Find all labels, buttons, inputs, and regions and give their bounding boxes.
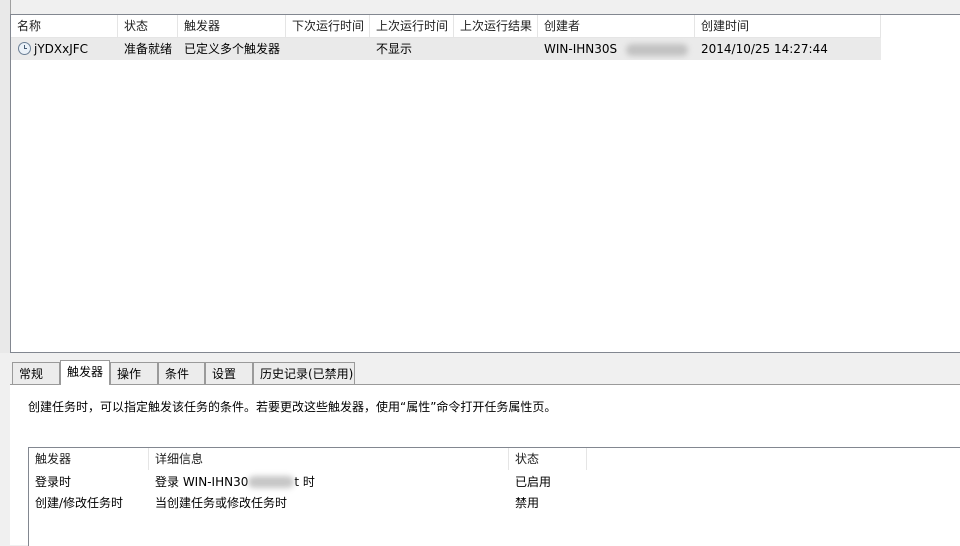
column-header-triggers[interactable]: 触发器 xyxy=(178,15,286,37)
tab-conditions[interactable]: 条件 xyxy=(158,362,205,384)
column-header-details[interactable]: 详细信息 xyxy=(149,448,509,470)
trigger-type: 创建/修改任务时 xyxy=(35,496,124,510)
task-name-cell: jYDXxJFC xyxy=(11,38,118,60)
tab-general[interactable]: 常规 xyxy=(12,362,60,384)
triggers-description: 创建任务时，可以指定触发该任务的条件。若要更改这些触发器，使用“属性”命令打开任… xyxy=(28,400,557,414)
task-created: 2014/10/25 14:27:44 xyxy=(701,42,828,56)
trigger-details-suffix: t 时 xyxy=(294,475,315,489)
table-row[interactable]: 创建/修改任务时 当创建任务或修改任务时 禁用 xyxy=(29,492,960,514)
clock-icon xyxy=(18,42,31,55)
triggers-table-header: 触发器 详细信息 状态 xyxy=(29,448,960,470)
column-header-status[interactable]: 状态 xyxy=(118,15,178,37)
trigger-details: 登录 WIN-IHN30 t 时 xyxy=(149,471,509,493)
redaction-blur xyxy=(248,476,295,488)
trigger-details: 当创建任务或修改任务时 xyxy=(155,496,288,510)
trigger-details-text: 登录 WIN-IHN30 xyxy=(155,475,249,489)
task-list-pane: 名称 状态 触发器 下次运行时间 上次运行时间 上次运行结果 创建者 创建时间 … xyxy=(0,0,960,353)
task-next-run xyxy=(286,38,370,60)
task-triggers: 已定义多个触发器 xyxy=(184,42,281,56)
task-details-pane: 常规 触发器 操作 条件 设置 历史记录(已禁用) 创建任务时，可以指定触发该任… xyxy=(10,357,960,546)
task-last-result xyxy=(454,38,538,60)
tab-settings[interactable]: 设置 xyxy=(205,362,253,384)
triggers-tab-panel: 创建任务时，可以指定触发该任务的条件。若要更改这些触发器，使用“属性”命令打开任… xyxy=(10,384,960,546)
column-header-last-result[interactable]: 上次运行结果 xyxy=(454,15,538,37)
task-author-text: WIN-IHN30S xyxy=(544,42,618,56)
triggers-table[interactable]: 触发器 详细信息 状态 登录时 登录 WIN-IHN30 t 时 已启用 创建/修… xyxy=(28,447,960,546)
table-row[interactable]: 登录时 登录 WIN-IHN30 t 时 已启用 xyxy=(29,471,960,493)
task-name: jYDXxJFC xyxy=(34,42,89,56)
redaction-blur xyxy=(626,44,688,56)
column-header-created[interactable]: 创建时间 xyxy=(695,15,881,37)
column-header-name[interactable]: 名称 xyxy=(11,15,118,37)
column-header-author[interactable]: 创建者 xyxy=(538,15,695,37)
task-last-run: 不显示 xyxy=(376,42,413,56)
column-header-trigger[interactable]: 触发器 xyxy=(29,448,149,470)
tab-actions[interactable]: 操作 xyxy=(110,362,158,384)
table-row[interactable]: jYDXxJFC 准备就绪 已定义多个触发器 不显示 WIN-IHN30S 20… xyxy=(11,38,881,60)
task-list[interactable]: 名称 状态 触发器 下次运行时间 上次运行时间 上次运行结果 创建者 创建时间 … xyxy=(10,14,960,353)
task-list-header: 名称 状态 触发器 下次运行时间 上次运行时间 上次运行结果 创建者 创建时间 xyxy=(11,15,881,38)
trigger-status: 禁用 xyxy=(515,496,540,510)
task-author: WIN-IHN30S xyxy=(538,38,695,60)
trigger-type: 登录时 xyxy=(35,475,72,489)
trigger-status: 已启用 xyxy=(515,475,552,489)
tab-history[interactable]: 历史记录(已禁用) xyxy=(253,362,355,384)
tab-triggers[interactable]: 触发器 xyxy=(60,360,110,385)
task-status: 准备就绪 xyxy=(124,42,173,56)
column-header-last-run[interactable]: 上次运行时间 xyxy=(370,15,454,37)
column-header-trigger-status[interactable]: 状态 xyxy=(509,448,587,470)
column-header-next-run[interactable]: 下次运行时间 xyxy=(286,15,370,37)
